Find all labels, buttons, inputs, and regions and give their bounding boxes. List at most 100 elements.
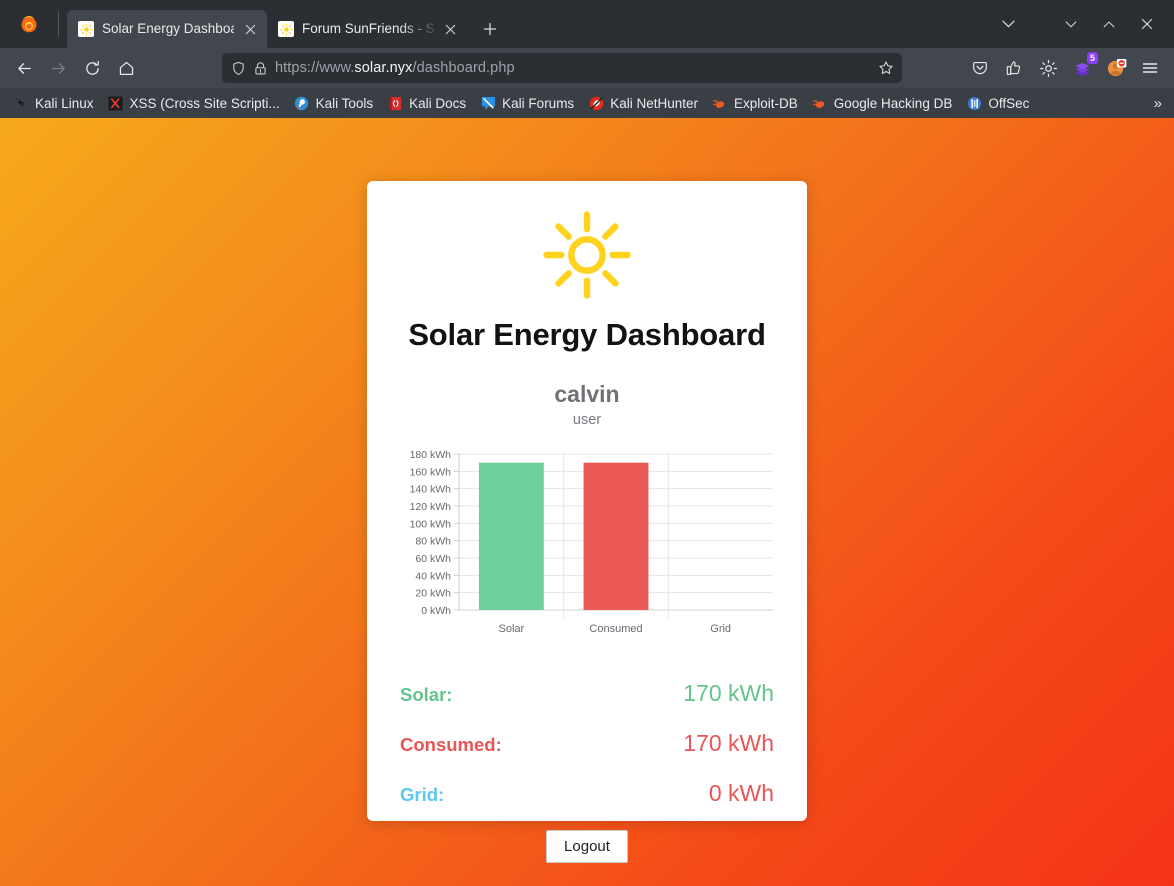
url-scheme: https://www. [275,60,355,76]
close-window-button[interactable] [1128,6,1166,42]
bookmark-offsec[interactable]: OffSec [959,92,1036,114]
back-button[interactable] [8,52,40,84]
bookmark-kali-tools[interactable]: Kali Tools [287,92,381,114]
tracking-shield-icon [233,61,244,75]
bar-chart-svg: 0 kWh 20 kWh 40 kWh 60 kWh 80 kWh 100 kWh 120 … [410,449,773,635]
bookmark-xss[interactable]: XSS (Cross Site Scripti... [101,92,287,114]
kali-dragon-icon [13,95,29,111]
nethunter-glyph [589,96,603,110]
tab-divider [58,11,59,37]
svg-text:80 kWh: 80 kWh [415,536,451,548]
extension-badge-count: 5 [1086,52,1098,64]
stat-value: 0 kWh [708,780,774,806]
sun-favicon [278,21,294,37]
app-menu-button[interactable] [1134,52,1166,84]
minimize-button[interactable] [1052,6,1090,42]
kali-tools-glyph [294,96,309,110]
sun-logo [397,209,777,301]
reload-button[interactable] [76,52,108,84]
firefox-logo-icon [21,16,37,33]
forward-button[interactable] [42,52,74,84]
tab-close-icon[interactable] [242,21,259,38]
exploitdb-icon [712,95,728,111]
username-label: calvin [554,381,620,407]
settings-gear-button[interactable] [1032,52,1064,84]
svg-text:100 kWh: 100 kWh [410,518,452,530]
address-bar[interactable]: https://www.solar.nyx/dashboard.php [222,53,902,83]
dashboard-card: Solar Energy Dashboard calvin user 0 kWh… [367,181,807,863]
bookmark-label: Kali Docs [409,95,467,111]
list-all-tabs-button[interactable] [986,6,1030,42]
svg-text:20 kWh: 20 kWh [415,588,451,600]
bookmarks-bar: Kali Linux XSS (Cross Site Scripti... Ka… [0,88,1174,118]
bookmark-exploit-db[interactable]: Exploit-DB [705,92,805,114]
svg-text:60 kWh: 60 kWh [415,553,451,565]
insecure-lock-icon [255,61,266,74]
forward-arrow-icon [51,62,65,74]
bookmark-kali-docs[interactable]: Kali Docs [380,92,473,114]
bookmark-label: Kali Linux [35,95,94,111]
logout-container: Logout [397,830,777,863]
bookmark-label: OffSec [988,95,1030,111]
stat-value: 170 kWh [683,680,774,706]
sun-favicon-icon [279,22,293,36]
home-icon [119,61,133,75]
bookmark-google-hacking-db[interactable]: Google Hacking DB [805,92,960,114]
ghdb-icon [812,95,828,111]
kali-tools-icon [294,95,310,111]
navigation-toolbar: https://www.solar.nyx/dashboard.php 5 [0,48,1174,88]
tab-title: Solar Energy Dashboard [102,21,234,36]
url-host: solar.nyx [354,60,413,76]
gear-icon [1039,59,1057,77]
exploitdb-glyph [713,99,725,108]
pocket-icon [973,62,987,75]
url-path: /dashboard.php [412,60,515,76]
bookmark-label: Kali Tools [315,95,374,111]
page-content: Solar Energy Dashboard calvin user 0 kWh… [0,118,1174,886]
bookmark-kali-linux[interactable]: Kali Linux [6,92,101,114]
hamburger-menu-icon [1142,63,1158,73]
shield-icon[interactable] [231,61,246,76]
kali-dragon-glyph [14,98,26,106]
energy-bar-chart: 0 kWh 20 kWh 40 kWh 60 kWh 80 kWh 100 kWh 120 … [397,446,777,646]
lock-warning-icon[interactable] [253,61,268,76]
browser-tab-2[interactable]: Forum SunFriends - Sola [267,10,467,48]
logout-button[interactable]: Logout [546,830,628,863]
close-icon [445,24,456,34]
kali-docs-glyph [389,96,401,110]
chevron-down-icon [1065,21,1077,28]
svg-text:40 kWh: 40 kWh [415,570,451,582]
star-icon [879,61,893,75]
new-tab-button[interactable] [475,14,505,44]
browser-tab-1[interactable]: Solar Energy Dashboard [67,10,267,48]
svg-text:160 kWh: 160 kWh [410,466,452,478]
tab-title: Forum SunFriends - Sola [302,21,434,36]
svg-text:0 kWh: 0 kWh [421,605,451,617]
avatar-icon [1107,58,1126,76]
bookmark-kali-nethunter[interactable]: Kali NetHunter [581,92,705,114]
account-avatar-button[interactable] [1100,52,1132,84]
svg-text:120 kWh: 120 kWh [410,501,452,513]
stat-row-grid: Grid: 0 kWh [397,780,777,807]
reload-icon [85,60,99,75]
maximize-button[interactable] [1090,6,1128,42]
bookmarks-overflow-button[interactable]: » [1146,95,1170,112]
home-button[interactable] [110,52,142,84]
stat-row-solar: Solar: 170 kWh [397,680,777,707]
nethunter-icon [588,95,604,111]
stat-value: 170 kWh [683,730,774,756]
xss-icon [108,95,124,111]
save-to-pocket-button[interactable] [964,52,996,84]
plus-icon [483,22,497,36]
firefox-logo [0,0,58,48]
bookmark-kali-forums[interactable]: Kali Forums [473,92,581,114]
extension-thumb-button[interactable] [998,52,1030,84]
bookmark-label: Kali NetHunter [610,95,698,111]
browser-window: Solar Energy Dashboard [0,0,1174,886]
ghdb-glyph [813,99,825,108]
extensions-button[interactable]: 5 [1066,52,1098,84]
svg-text:140 kWh: 140 kWh [410,484,452,496]
bookmark-star-icon[interactable] [878,60,894,76]
tab-close-icon[interactable] [442,21,459,38]
chevron-down-icon [1001,20,1015,28]
